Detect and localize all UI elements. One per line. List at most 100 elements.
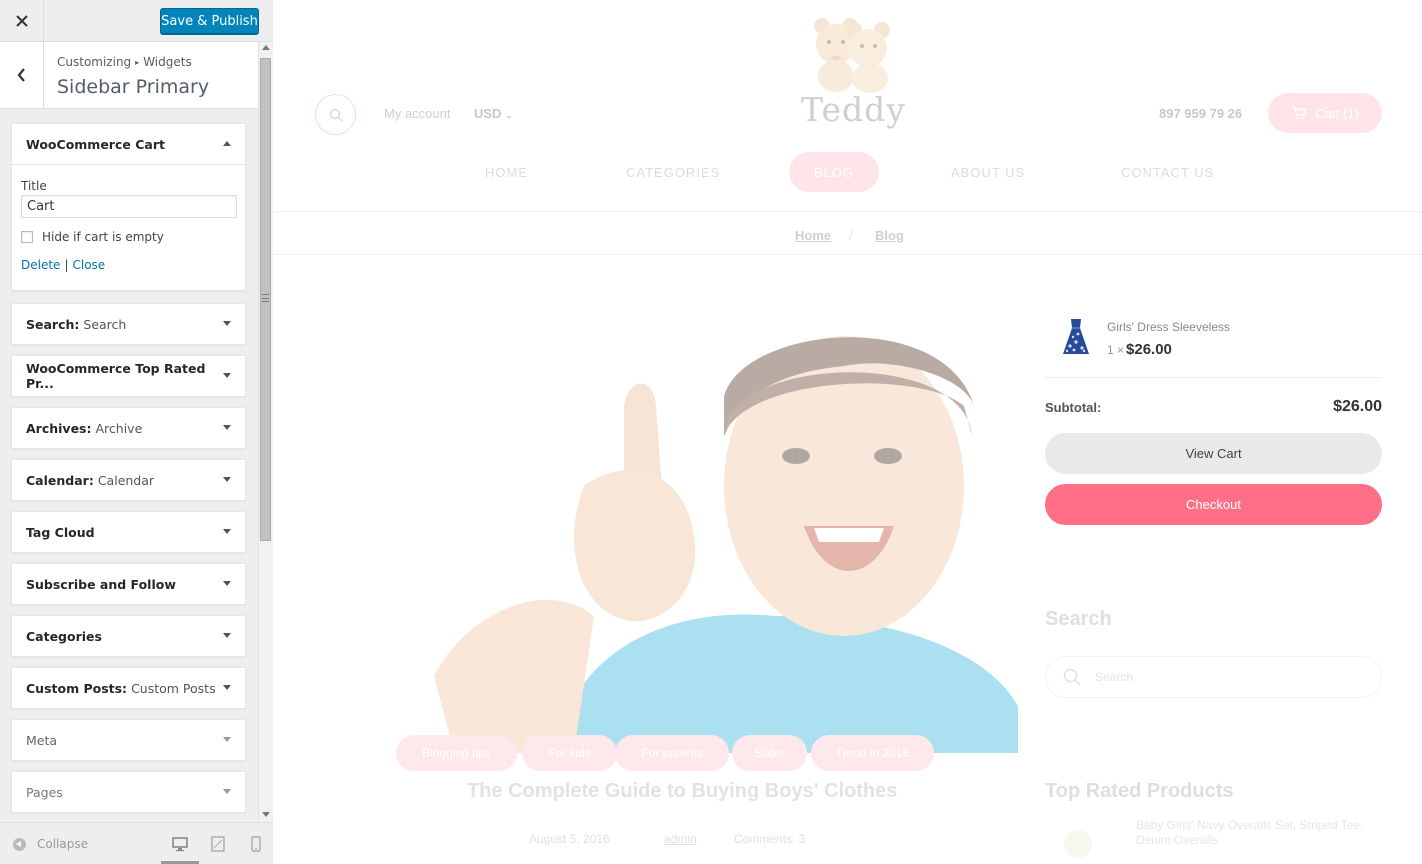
widget-calendar[interactable]: Calendar: Calendar — [11, 459, 246, 501]
widget-name: Calendar: — [26, 472, 94, 488]
close-link[interactable]: Close — [72, 258, 105, 272]
hide-if-empty-row: Hide if cart is empty — [21, 230, 236, 244]
site-preview: My account USD ⌄ Teddy 897 959 79 26 Car… — [274, 0, 1422, 864]
breadcrumb-home[interactable]: Home — [795, 228, 831, 243]
scroll-up-icon[interactable] — [262, 45, 270, 50]
nav-about-us[interactable]: ABOUT US — [951, 165, 1025, 180]
back-button[interactable] — [0, 42, 44, 108]
scroll-grip-icon — [262, 294, 269, 302]
widget-name: Search: — [26, 316, 80, 332]
customizer-panel: Save & Publish Customizing ▸ Widgets Sideb… — [0, 0, 273, 864]
caret-down-icon[interactable] — [223, 529, 231, 534]
collapse-button[interactable]: Collapse — [13, 837, 88, 851]
caret-down-icon[interactable] — [223, 789, 231, 794]
tag-for-kids[interactable]: For kids — [522, 735, 617, 771]
widget-header[interactable]: WooCommerce Cart — [12, 124, 245, 164]
widget-name: WooCommerce Top Rated Pr... — [26, 361, 206, 391]
mini-cart-price: $26.00 — [1126, 341, 1172, 358]
widget-name: Archives: — [26, 420, 92, 436]
cart-icon — [1291, 106, 1307, 120]
post-date: August 5, 2016 — [529, 832, 610, 846]
caret-down-icon[interactable] — [223, 633, 231, 638]
chevron-left-icon — [17, 68, 25, 82]
tag-for-parents[interactable]: For parents — [615, 735, 729, 771]
widget-categories[interactable]: Categories — [11, 615, 246, 657]
widget-custom-posts[interactable]: Custom Posts: Custom Posts — [11, 667, 246, 709]
checkout-button[interactable]: Checkout — [1045, 484, 1382, 525]
widget-pages[interactable]: Pages — [11, 771, 246, 813]
widget-sub: Search — [83, 316, 127, 332]
header-search-button[interactable] — [315, 94, 356, 135]
tag-trend[interactable]: Trend in 2016 — [811, 735, 934, 771]
breadcrumb-blog[interactable]: Blog — [875, 228, 904, 243]
widget-tag-cloud[interactable]: Tag Cloud — [11, 511, 246, 553]
currency-select[interactable]: USD ⌄ — [474, 106, 513, 121]
close-icon — [15, 15, 28, 27]
caret-down-icon[interactable] — [223, 477, 231, 482]
section-title: Sidebar Primary — [57, 76, 210, 98]
sidebar-search-heading: Search — [1045, 608, 1112, 630]
my-account-link[interactable]: My account — [384, 106, 450, 121]
tablet-icon[interactable] — [210, 836, 226, 852]
desktop-icon[interactable] — [172, 836, 188, 852]
blog-hero-image[interactable] — [424, 316, 1018, 753]
save-publish-button[interactable]: Save & Publish — [160, 8, 259, 34]
caret-down-icon[interactable] — [223, 373, 231, 378]
section-title-area: Customizing ▸ Widgets Sidebar Primary — [0, 42, 258, 109]
dress-product-thumb[interactable] — [1058, 318, 1094, 356]
top-rated-item[interactable]: Baby Girls' Navy Overalls Set, Striped T… — [1136, 818, 1366, 848]
nav-blog[interactable]: BLOG — [789, 152, 879, 192]
nav-contact-us[interactable]: CONTACT US — [1121, 165, 1214, 180]
divider — [274, 211, 1422, 212]
caret-down-icon[interactable] — [223, 581, 231, 586]
scroll-down-icon[interactable] — [262, 812, 270, 817]
widget-name: Custom Posts: — [26, 680, 128, 696]
caret-down-icon[interactable] — [223, 685, 231, 690]
post-title[interactable]: The Complete Guide to Buying Boys' Cloth… — [467, 780, 897, 803]
delete-link[interactable]: Delete — [21, 258, 60, 272]
caret-down-icon[interactable] — [223, 425, 231, 430]
caret-down-icon[interactable] — [223, 737, 231, 742]
post-author[interactable]: admin — [664, 832, 697, 846]
widget-name: Subscribe and Follow — [26, 576, 176, 592]
tag-blogging-tips[interactable]: Blogging tips — [396, 735, 517, 771]
mini-cart-divider — [1045, 377, 1382, 378]
logo-text[interactable]: Teddy — [801, 90, 906, 129]
search-icon — [329, 108, 343, 122]
title-field-label: Title — [21, 179, 47, 193]
nav-home[interactable]: HOME — [485, 165, 528, 180]
widget-top-rated[interactable]: WooCommerce Top Rated Pr... — [11, 355, 246, 397]
nav-categories[interactable]: CATEGORIES — [626, 165, 720, 180]
caret-up-icon[interactable] — [223, 141, 231, 146]
top-rated-heading: Top Rated Products — [1045, 780, 1234, 802]
widget-archives[interactable]: Archives: Archive — [11, 407, 246, 449]
widget-subscribe-follow[interactable]: Subscribe and Follow — [11, 563, 246, 605]
widget-title: WooCommerce Cart — [26, 136, 165, 152]
top-rated-thumb[interactable] — [1064, 830, 1092, 858]
subtotal-label: Subtotal: — [1045, 400, 1102, 415]
mobile-icon[interactable] — [248, 836, 264, 852]
breadcrumb-child: Widgets — [143, 55, 192, 69]
tag-slider[interactable]: Slider — [732, 735, 807, 771]
widget-meta[interactable]: Meta — [11, 719, 246, 761]
collapse-label: Collapse — [37, 837, 88, 851]
phone-number: 897 959 79 26 — [1159, 106, 1243, 121]
teddy-logo-icon — [814, 18, 890, 93]
mini-cart-product-name[interactable]: Girls' Dress Sleeveless — [1107, 320, 1230, 334]
subtotal-value: $26.00 — [1333, 398, 1382, 415]
panel-header: Save & Publish — [0, 0, 273, 42]
close-customizer-button[interactable] — [0, 0, 44, 42]
view-cart-button[interactable]: View Cart — [1045, 433, 1382, 474]
header-cart-button[interactable]: Cart (1) — [1268, 93, 1382, 133]
hide-if-empty-checkbox[interactable] — [21, 231, 33, 243]
caret-down-icon[interactable] — [223, 321, 231, 326]
mini-cart-qty-line: 1 × $26.00 — [1107, 341, 1172, 358]
breadcrumb-separator: / — [849, 228, 853, 243]
widget-form: Title Cart Hide if cart is empty Delete |… — [12, 164, 245, 284]
widget-name: Tag Cloud — [26, 524, 95, 540]
breadcrumb: Customizing ▸ Widgets — [57, 55, 192, 69]
post-comments[interactable]: Comments: 3 — [734, 832, 805, 846]
widget-sub: Calendar — [97, 472, 155, 488]
title-field[interactable]: Cart — [21, 195, 237, 218]
widget-search[interactable]: Search: Search — [11, 303, 246, 345]
